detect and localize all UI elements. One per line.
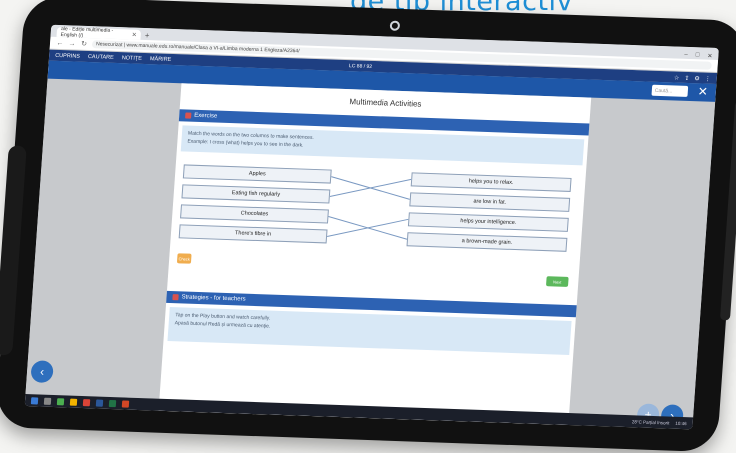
check-button[interactable]: Check bbox=[176, 253, 192, 264]
toolbar-search[interactable]: CAUTARE bbox=[88, 54, 114, 61]
folder-icon[interactable] bbox=[69, 398, 78, 406]
toolbar-notes[interactable]: NOTIȚE bbox=[122, 55, 143, 62]
word-icon[interactable] bbox=[95, 399, 104, 407]
powerpoint-icon[interactable] bbox=[121, 399, 130, 408]
maximize-icon[interactable]: □ bbox=[695, 52, 700, 59]
windows-start-icon[interactable] bbox=[30, 396, 39, 404]
close-viewer-icon[interactable]: ✕ bbox=[697, 84, 708, 98]
chrome-icon[interactable] bbox=[82, 398, 91, 406]
page-indicator: LC 88 / 92 bbox=[348, 63, 373, 70]
clock-text: 10:46 bbox=[675, 420, 687, 426]
excel-icon[interactable] bbox=[108, 399, 117, 407]
toolbar-zoom[interactable]: MĂRIRE bbox=[150, 56, 172, 63]
strategies-icon bbox=[172, 294, 179, 301]
share-icon[interactable]: ⇪ bbox=[684, 74, 690, 81]
search-icon[interactable] bbox=[43, 397, 52, 405]
bookmark-icon[interactable]: ☆ bbox=[674, 74, 680, 81]
reload-icon[interactable]: ↻ bbox=[80, 40, 89, 48]
system-tray: 28°C Parțial însorit 10:46 bbox=[632, 419, 687, 426]
tab-title: ale - Ediție multimedia - English (/) bbox=[60, 26, 114, 39]
toolbar-right-icons: ☆ ⇪ ⚙ ⋮ bbox=[674, 74, 711, 82]
window-controls: – □ ✕ bbox=[684, 52, 718, 60]
tablet-right-edge bbox=[719, 100, 736, 321]
new-tab-icon[interactable]: + bbox=[144, 31, 149, 40]
forward-icon[interactable]: → bbox=[68, 40, 76, 47]
viewer-area: Caută... ✕ Multimedia Activities Exercis… bbox=[25, 60, 717, 430]
back-icon[interactable]: ← bbox=[56, 39, 64, 46]
close-icon[interactable]: ✕ bbox=[132, 31, 138, 38]
tablet-screen: ale - Ediție multimedia - English (/) ✕ … bbox=[24, 24, 719, 430]
minimize-icon[interactable]: – bbox=[684, 52, 688, 59]
settings-icon[interactable]: ⚙ bbox=[694, 75, 700, 82]
toolbar-contents[interactable]: CUPRINS bbox=[55, 53, 80, 60]
browser-tab[interactable]: ale - Ediție multimedia - English (/) ✕ bbox=[56, 26, 142, 40]
menu-icon[interactable]: ⋮ bbox=[705, 75, 711, 82]
tablet-device: ale - Ediție multimedia - English (/) ✕ … bbox=[0, 0, 736, 453]
strategies-title: Strategies - for teachers bbox=[181, 294, 246, 303]
prev-page-icon[interactable]: ‹ bbox=[30, 360, 54, 383]
activity-page: Multimedia Activities Exercise Match the… bbox=[158, 83, 592, 430]
window-close-icon[interactable]: ✕ bbox=[707, 53, 713, 60]
weather-text: 28°C Parțial însorit bbox=[631, 418, 670, 426]
next-button[interactable]: Next bbox=[545, 276, 569, 287]
camera-icon bbox=[389, 20, 401, 31]
tablet-left-edge bbox=[0, 145, 27, 356]
app-icon[interactable] bbox=[56, 397, 65, 405]
search-input[interactable]: Caută... bbox=[651, 84, 689, 97]
